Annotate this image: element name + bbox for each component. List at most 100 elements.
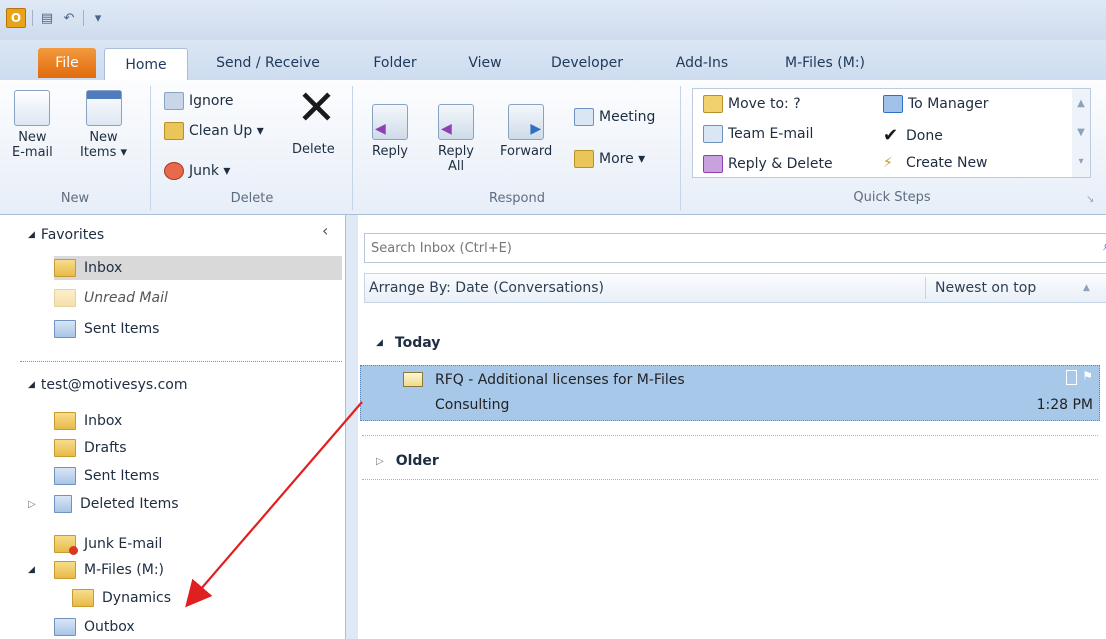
- search-box[interactable]: ⌕: [364, 233, 1106, 263]
- group-respond: ◀ Reply ◀ Reply All ▶ Forward Meeting Mo…: [354, 86, 681, 210]
- meeting-label: Meeting: [599, 109, 656, 125]
- folder-m-files[interactable]: ◢ M-Files (M:): [28, 558, 164, 582]
- category-icon[interactable]: [1066, 370, 1077, 385]
- tab-home[interactable]: Home: [104, 48, 188, 81]
- tab-file[interactable]: File: [38, 48, 96, 78]
- new-items-label-1: New: [89, 130, 118, 145]
- meeting-button[interactable]: Meeting: [574, 108, 655, 126]
- collapse-triangle-icon[interactable]: ◢: [28, 565, 46, 575]
- new-email-button[interactable]: New E-mail: [12, 90, 53, 160]
- folder-dynamics[interactable]: Dynamics: [72, 586, 171, 610]
- folder-deleted-label: Deleted Items: [80, 496, 179, 512]
- reply-delete-label: Reply & Delete: [728, 156, 833, 172]
- tab-folder[interactable]: Folder: [360, 48, 430, 78]
- tab-view[interactable]: View: [455, 48, 515, 78]
- more-label: More ▾: [599, 151, 646, 167]
- sort-order-label[interactable]: Newest on top: [935, 280, 1036, 296]
- quickstep-reply-delete[interactable]: Reply & Delete: [703, 155, 833, 173]
- search-input[interactable]: [369, 239, 973, 257]
- reply-delete-icon: [703, 155, 723, 173]
- message-item[interactable]: RFQ - Additional licenses for M-Files Co…: [360, 365, 1100, 421]
- ignore-button[interactable]: Ignore: [164, 92, 234, 110]
- expand-triangle-icon: ▷: [376, 455, 384, 467]
- m-files-folder-icon: [54, 561, 76, 579]
- favorites-header[interactable]: ◢ Favorites: [28, 227, 104, 243]
- message-time: 1:28 PM: [1036, 397, 1093, 413]
- arrange-by-label[interactable]: Arrange By: Date (Conversations): [369, 280, 604, 296]
- quickstep-create-new[interactable]: ⚡ Create New: [883, 155, 988, 171]
- to-manager-icon: [883, 95, 903, 113]
- team-email-label: Team E-mail: [728, 126, 814, 142]
- done-label: Done: [906, 127, 943, 144]
- folder-drafts-label: Drafts: [84, 440, 127, 456]
- customize-qat-icon[interactable]: ▾: [90, 10, 106, 26]
- junk-button[interactable]: Junk ▾: [164, 162, 230, 180]
- sort-divider: [925, 277, 926, 299]
- team-email-icon: [703, 125, 723, 143]
- new-email-label-2: E-mail: [12, 145, 53, 160]
- tab-m-files[interactable]: M-Files (M:): [765, 48, 885, 78]
- cleanup-button[interactable]: Clean Up ▾: [164, 122, 264, 140]
- favorite-inbox[interactable]: Inbox: [54, 256, 342, 280]
- junk-label: Junk ▾: [189, 163, 231, 179]
- forward-label: Forward: [500, 144, 553, 159]
- quickstep-team-email[interactable]: Team E-mail: [703, 125, 813, 143]
- group-older-header[interactable]: ▷ Older: [376, 453, 439, 469]
- account-header[interactable]: ◢ test@motivesys.com: [28, 377, 188, 393]
- new-items-button[interactable]: New Items ▾: [80, 90, 127, 160]
- minimize-pane-icon[interactable]: ‹: [322, 221, 328, 240]
- folder-junk-label: Junk E-mail: [84, 536, 163, 552]
- qat-separator: [32, 10, 33, 26]
- meeting-icon: [574, 108, 594, 126]
- folder-drafts[interactable]: Drafts: [54, 436, 127, 460]
- quick-steps-up-icon[interactable]: ▲: [1072, 89, 1090, 118]
- pane-splitter[interactable]: [346, 215, 358, 639]
- tab-send-receive[interactable]: Send / Receive: [200, 48, 336, 78]
- send-receive-icon[interactable]: ▤: [39, 10, 55, 26]
- group-today-header[interactable]: ◢ Today: [376, 335, 440, 351]
- dynamics-folder-icon: [72, 589, 94, 607]
- delete-button[interactable]: ✕ Delete: [292, 84, 337, 157]
- quick-steps-more-icon[interactable]: ▾: [1072, 147, 1090, 176]
- undo-icon[interactable]: ↶: [61, 10, 77, 26]
- more-button[interactable]: More ▾: [574, 150, 645, 168]
- inbox-icon: [54, 259, 76, 277]
- folder-outbox[interactable]: Outbox: [54, 615, 135, 639]
- group-delete-label: Delete: [230, 191, 274, 206]
- arrange-by-bar[interactable]: Arrange By: Date (Conversations) Newest …: [364, 273, 1106, 303]
- favorite-sent-items[interactable]: Sent Items: [54, 317, 159, 341]
- flag-icon[interactable]: ⚑: [1082, 369, 1093, 383]
- expand-triangle-icon[interactable]: ▷: [28, 499, 46, 510]
- reply-icon: ◀: [372, 104, 408, 140]
- sort-up-icon[interactable]: ▲: [1083, 283, 1090, 293]
- collapse-triangle-icon: ◢: [376, 338, 383, 348]
- new-email-label-1: New: [18, 130, 47, 145]
- reply-button[interactable]: ◀ Reply: [372, 104, 408, 159]
- folder-m-files-label: M-Files (M:): [84, 562, 165, 578]
- favorites-title: Favorites: [40, 227, 105, 243]
- folder-sent-label: Sent Items: [84, 468, 160, 484]
- quickstep-done[interactable]: ✔ Done: [883, 125, 943, 146]
- tab-developer[interactable]: Developer: [536, 48, 638, 78]
- folder-inbox[interactable]: Inbox: [54, 409, 122, 433]
- folder-sent-items[interactable]: Sent Items: [54, 464, 159, 488]
- group-new-label: New: [60, 191, 90, 206]
- quickstep-move-to[interactable]: Move to: ?: [703, 95, 801, 113]
- reply-all-button[interactable]: ◀ Reply All: [438, 104, 474, 174]
- collapse-triangle-icon: ◢: [28, 380, 35, 390]
- ribbon-tabs: File Home Send / Receive Folder View Dev…: [0, 40, 1106, 81]
- title-bar: O ▤ ↶ ▾: [0, 0, 1106, 40]
- folder-inbox-label: Inbox: [84, 413, 123, 429]
- forward-icon: ▶: [508, 104, 545, 140]
- folder-junk-email[interactable]: Junk E-mail: [54, 532, 162, 556]
- quickstep-to-manager[interactable]: To Manager: [883, 95, 989, 113]
- group-delete: Ignore Clean Up ▾ Junk ▾ ✕ Delete Delete: [152, 84, 353, 210]
- quick-steps-launcher-icon[interactable]: ↘: [1086, 194, 1094, 205]
- tab-add-ins[interactable]: Add-Ins: [660, 48, 744, 78]
- folder-deleted-items[interactable]: ▷ Deleted Items: [28, 492, 179, 516]
- quick-steps-down-icon[interactable]: ▼: [1072, 118, 1090, 147]
- junk-email-icon: [54, 535, 78, 555]
- favorite-unread-mail[interactable]: Unread Mail: [54, 286, 168, 310]
- navigation-pane: ◢ Favorites ‹ Inbox Unread Mail Sent Ite…: [0, 215, 346, 639]
- forward-button[interactable]: ▶ Forward: [500, 104, 552, 159]
